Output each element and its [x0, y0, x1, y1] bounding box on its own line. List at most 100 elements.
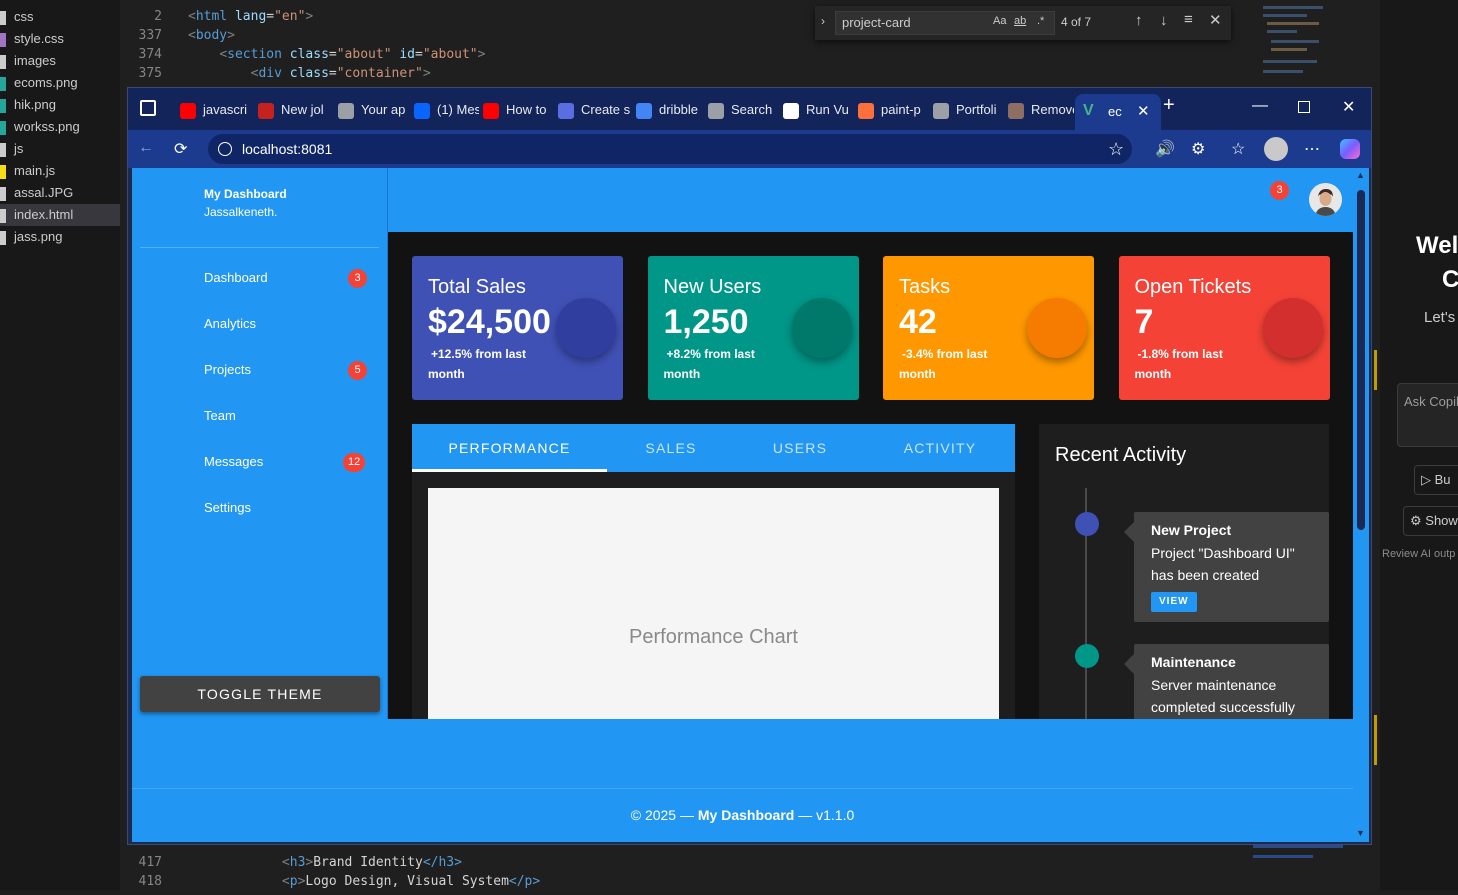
favorites-icon[interactable]: ☆ — [1231, 139, 1245, 159]
activity-body: Project "Dashboard UI" has been created — [1151, 545, 1295, 583]
file-icon — [0, 76, 6, 91]
sidebar-item-dashboard[interactable]: Dashboard 3 — [132, 258, 388, 298]
regex-toggle[interactable]: .* — [1037, 15, 1044, 27]
code-eq: = — [415, 47, 423, 62]
copilot-show-button[interactable]: ⚙ Show — [1403, 506, 1458, 536]
copilot-build-button[interactable]: ▷ Bu — [1414, 465, 1458, 495]
tab-activity[interactable]: ACTIVITY — [865, 424, 1015, 472]
minimize-icon[interactable]: — — [1252, 97, 1268, 115]
file-icon — [0, 230, 6, 245]
browser-tab[interactable]: Run Vu — [783, 96, 854, 124]
tab-performance[interactable]: PERFORMANCE — [412, 424, 607, 472]
browser-tab[interactable]: How to — [483, 96, 554, 124]
close-window-icon[interactable]: ✕ — [1342, 97, 1355, 117]
scroll-up-icon[interactable]: ▲ — [1356, 170, 1365, 180]
browser-tab[interactable]: Portfoli — [933, 96, 1004, 124]
explorer-item[interactable]: jass.png — [0, 226, 120, 248]
address-bar[interactable]: localhost:8081 ☆ — [208, 134, 1132, 164]
code-line: 417 <h3>Brand Identity</h3> — [120, 853, 462, 872]
sidebar-item-label: Team — [204, 408, 236, 423]
sidebar-item-label: Analytics — [204, 316, 257, 331]
explorer-item[interactable]: ecoms.png — [0, 72, 120, 94]
back-icon[interactable]: ← — [138, 139, 154, 157]
explorer-item[interactable]: js — [0, 138, 120, 160]
code-line: 2 <html lang="en"> — [120, 7, 313, 26]
extensions-icon[interactable]: ⚙ — [1191, 139, 1205, 159]
page-scrollbar[interactable]: ▲ ▼ — [1353, 168, 1369, 842]
browser-tab[interactable]: Your ap — [338, 96, 410, 124]
refresh-icon[interactable]: ⟳ — [174, 139, 187, 159]
explorer-item[interactable]: css — [0, 6, 120, 28]
sidebar-item-analytics[interactable]: Analytics — [132, 304, 388, 344]
browser-tab[interactable]: (1) Mes — [414, 96, 479, 124]
file-icon — [0, 98, 6, 113]
explorer-item[interactable]: index.html — [0, 204, 120, 226]
code-end-tag: </p> — [508, 874, 541, 889]
explorer-item[interactable]: workss.png — [0, 116, 120, 138]
app-bar: 3 — [388, 168, 1353, 232]
logo-icon — [558, 102, 574, 119]
match-case-toggle[interactable]: Aa — [993, 15, 1006, 27]
sidebar-item-projects[interactable]: Projects 5 — [132, 350, 388, 390]
explorer-item[interactable]: hik.png — [0, 94, 120, 116]
tab-sales[interactable]: SALES — [607, 424, 735, 472]
sidebar-item-settings[interactable]: Settings — [132, 488, 388, 528]
copilot-ask-placeholder: Ask Copil — [1404, 394, 1458, 409]
sidebar-item-label: Messages — [204, 454, 264, 469]
tab-active[interactable]: V ec ✕ — [1075, 94, 1161, 130]
browser-tab[interactable]: Search — [708, 96, 779, 124]
explorer-item[interactable]: main.js — [0, 160, 120, 182]
explorer-item[interactable]: style.css — [0, 28, 120, 50]
site-info-icon[interactable] — [218, 142, 232, 156]
line-number: 418 — [138, 874, 162, 889]
toggle-theme-button[interactable]: TOGGLE THEME — [140, 676, 380, 712]
code-bracket: > — [477, 47, 486, 62]
explorer-item-label: index.html — [14, 207, 74, 222]
scroll-down-icon[interactable]: ▼ — [1356, 828, 1365, 838]
close-tab-icon[interactable]: ✕ — [1137, 102, 1150, 120]
browser-tab[interactable]: New jol — [258, 96, 334, 124]
view-button[interactable]: VIEW — [1151, 592, 1197, 612]
file-icon — [0, 120, 6, 135]
profile-avatar-icon[interactable] — [1264, 137, 1288, 161]
explorer-item[interactable]: images — [0, 50, 120, 72]
explorer-item[interactable]: assal.JPG — [0, 182, 120, 204]
browser-tab-label: New jol — [281, 102, 324, 117]
browser-tab[interactable]: paint-p — [858, 96, 929, 124]
sidebar-item-messages[interactable]: Messages 12 — [132, 442, 388, 482]
read-aloud-icon[interactable]: 🔊 — [1155, 139, 1175, 159]
browser-tab[interactable]: Create s — [558, 96, 632, 124]
youtube-icon — [483, 102, 499, 119]
favorite-star-icon[interactable]: ☆ — [1108, 134, 1124, 164]
tab-actions-icon[interactable] — [140, 100, 156, 116]
tab-users[interactable]: USERS — [735, 424, 865, 472]
arrow-down-icon[interactable]: ↓ — [1160, 12, 1168, 29]
chevron-right-icon[interactable]: › — [821, 14, 825, 28]
stat-value: 42 — [899, 303, 937, 341]
footer-divider — [132, 788, 1353, 789]
code-attr: lang — [227, 9, 267, 24]
user-avatar[interactable] — [1309, 183, 1342, 216]
notification-badge[interactable]: 3 — [1270, 181, 1289, 200]
sidebar-item-team[interactable]: Team — [132, 396, 388, 436]
copilot-ask-input[interactable]: Ask Copil — [1397, 383, 1458, 447]
line-number: 375 — [138, 66, 162, 81]
performance-chart: Performance Chart — [428, 488, 999, 728]
maximize-icon[interactable] — [1298, 101, 1310, 113]
scrollbar-thumb[interactable] — [1357, 190, 1365, 530]
browser-tab[interactable]: javascri — [180, 96, 254, 124]
whole-word-toggle[interactable]: ab — [1014, 15, 1026, 27]
arrow-up-icon[interactable]: ↑ — [1135, 12, 1143, 29]
find-in-selection-icon[interactable]: ≡ — [1184, 11, 1193, 28]
stat-title: New Users — [663, 276, 762, 298]
stat-value: 7 — [1134, 303, 1154, 341]
browser-tab-label: javascri — [203, 102, 248, 117]
stat-decoration-circle — [791, 298, 852, 358]
more-icon[interactable]: ⋯ — [1304, 139, 1320, 159]
browser-tab[interactable]: Remove — [1008, 96, 1074, 124]
browser-tab[interactable]: dribble — [636, 96, 704, 124]
footer-text: © 2025 — My Dashboard — v1.1.0 — [132, 807, 1353, 823]
new-tab-icon[interactable]: + — [1163, 94, 1175, 117]
close-icon[interactable]: ✕ — [1209, 11, 1222, 29]
copilot-icon[interactable] — [1340, 139, 1360, 159]
